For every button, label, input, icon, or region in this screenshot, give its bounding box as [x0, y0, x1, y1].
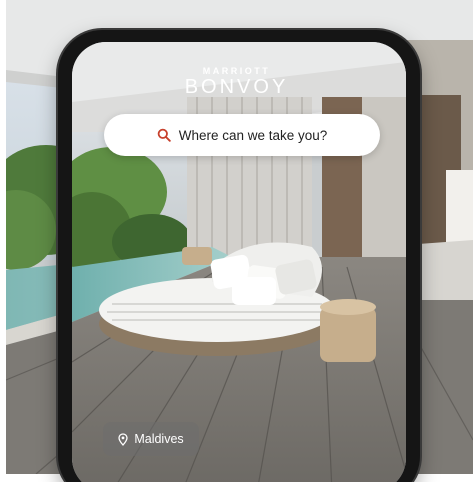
brand-logo-marriott: MARRIOTT [202, 66, 271, 76]
search-placeholder: Where can we take you? [178, 127, 328, 143]
search-icon [157, 128, 171, 142]
location-chip[interactable]: Maldives [103, 422, 199, 456]
brand-logo-bonvoy: BONVOY [184, 76, 289, 98]
screen-photo [72, 42, 406, 482]
location-label: Maldives [134, 432, 184, 446]
ad-image: MARRIOTT BONVOY Where can we take you? M… [0, 0, 473, 482]
map-pin-icon [118, 432, 128, 446]
search-bar[interactable]: Where can we take you? [104, 114, 380, 156]
phone-screen [72, 42, 406, 482]
